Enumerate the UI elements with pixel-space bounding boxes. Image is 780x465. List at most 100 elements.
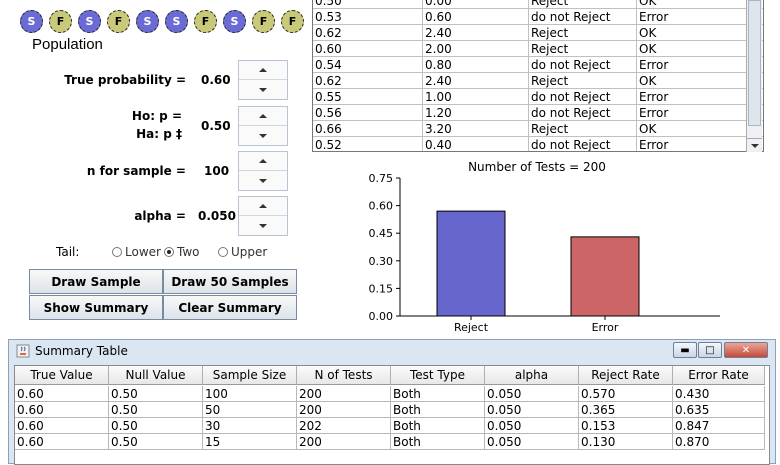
increment-button[interactable] bbox=[239, 197, 287, 216]
scroll-down-button[interactable] bbox=[747, 138, 762, 152]
tail-lower-radio[interactable]: Lower bbox=[112, 245, 161, 259]
clear-summary-button[interactable]: Clear Summary bbox=[163, 295, 297, 320]
table-row[interactable]: 0.60 2.00 Reject OK bbox=[313, 41, 763, 57]
increment-button[interactable] bbox=[239, 152, 287, 171]
table-row[interactable]: 0.62 2.40 Reject OK bbox=[313, 73, 763, 89]
column-header[interactable]: Error Rate bbox=[673, 366, 765, 385]
summary-window-titlebar[interactable]: Summary Table ▬ □ ✕ bbox=[9, 340, 775, 362]
table-cell[interactable]: 0.60 bbox=[15, 418, 109, 434]
chart-title: Number of Tests = 200 bbox=[468, 160, 606, 174]
decrement-button[interactable] bbox=[239, 171, 287, 190]
table-cell: Error bbox=[637, 105, 747, 121]
table-cell[interactable]: 0.570 bbox=[579, 386, 673, 402]
alpha-stepper[interactable] bbox=[238, 196, 288, 236]
table-cell: 0.53 bbox=[313, 9, 423, 25]
sample-size-value: 100 bbox=[204, 164, 230, 178]
scrollbar-thumb[interactable] bbox=[748, 0, 761, 126]
decrement-button[interactable] bbox=[239, 80, 287, 99]
restore-button[interactable]: □ bbox=[698, 342, 722, 358]
null-hypothesis-label: Ho: p = bbox=[131, 109, 182, 123]
table-row[interactable]: 0.50 0.00 Reject OK bbox=[313, 0, 763, 9]
restore-icon: □ bbox=[705, 344, 715, 356]
tail-two-radio[interactable]: Two bbox=[164, 245, 200, 259]
table-cell[interactable]: 50 bbox=[203, 402, 297, 418]
table-row[interactable]: 0.52 0.40 do not Reject Error bbox=[313, 137, 763, 151]
decrement-button[interactable] bbox=[239, 216, 287, 235]
table-cell[interactable]: 202 bbox=[297, 418, 391, 434]
table-row[interactable]: 0.55 1.00 do not Reject Error bbox=[313, 89, 763, 105]
table-cell[interactable]: 0.847 bbox=[673, 418, 765, 434]
table-row[interactable]: 0.56 1.20 do not Reject Error bbox=[313, 105, 763, 121]
table-cell: 0.66 bbox=[313, 121, 423, 137]
sample-size-stepper[interactable] bbox=[238, 151, 288, 191]
table-cell: Reject bbox=[529, 0, 637, 9]
table-cell[interactable]: 0.50 bbox=[109, 418, 203, 434]
table-cell[interactable]: 100 bbox=[203, 386, 297, 402]
table-row[interactable]: 0.53 0.60 do not Reject Error bbox=[313, 9, 763, 25]
table-row[interactable]: 0.62 2.40 Reject OK bbox=[313, 25, 763, 41]
table-cell[interactable]: 0.050 bbox=[485, 386, 579, 402]
table-cell[interactable]: 0.430 bbox=[673, 386, 765, 402]
summary-window[interactable]: Summary Table ▬ □ ✕ True Value Null Value… bbox=[8, 339, 776, 465]
null-value-stepper[interactable] bbox=[238, 106, 288, 146]
table-cell[interactable]: 0.50 bbox=[109, 386, 203, 402]
table-cell: Error bbox=[637, 137, 747, 151]
table-cell: 1.20 bbox=[423, 105, 529, 121]
table-cell: Reject bbox=[529, 121, 637, 137]
table-row[interactable]: 0.66 3.20 Reject OK bbox=[313, 121, 763, 137]
table-cell[interactable]: 0.130 bbox=[579, 434, 673, 450]
increment-button[interactable] bbox=[239, 107, 287, 126]
population-ball: F bbox=[281, 10, 304, 33]
table-cell[interactable]: 0.60 bbox=[15, 386, 109, 402]
table-cell[interactable]: 0.050 bbox=[485, 402, 579, 418]
table-cell: 1.00 bbox=[423, 89, 529, 105]
table-cell[interactable]: 200 bbox=[297, 402, 391, 418]
table-cell[interactable]: Both bbox=[391, 402, 485, 418]
table-cell[interactable]: Both bbox=[391, 386, 485, 402]
column-header[interactable]: alpha bbox=[485, 366, 579, 385]
sample-size-label: n for sample = bbox=[86, 164, 186, 178]
minimize-button[interactable]: ▬ bbox=[673, 342, 697, 358]
column-header[interactable]: Null Value bbox=[109, 366, 203, 385]
increment-button[interactable] bbox=[239, 61, 287, 80]
table-cell[interactable]: Both bbox=[391, 434, 485, 450]
table-cell[interactable]: 15 bbox=[203, 434, 297, 450]
summary-table[interactable]: True Value Null Value Sample Size N of Test… bbox=[14, 365, 770, 465]
table-cell[interactable]: 0.635 bbox=[673, 402, 765, 418]
true-probability-stepper[interactable] bbox=[238, 60, 288, 100]
table-cell[interactable]: 0.153 bbox=[579, 418, 673, 434]
arrow-up-icon bbox=[259, 68, 267, 72]
results-scrollbar[interactable] bbox=[746, 0, 762, 152]
draw-50-samples-button[interactable]: Draw 50 Samples bbox=[163, 269, 297, 294]
table-cell[interactable]: 200 bbox=[297, 434, 391, 450]
results-table[interactable]: 0.50 0.00 Reject OK 0.53 0.60 do not Reject Err… bbox=[312, 0, 764, 152]
column-header[interactable]: N of Tests bbox=[297, 366, 391, 385]
table-cell: 0.54 bbox=[313, 57, 423, 73]
table-cell: do not Reject bbox=[529, 137, 637, 151]
decrement-button[interactable] bbox=[239, 126, 287, 145]
table-cell[interactable]: 0.60 bbox=[15, 402, 109, 418]
draw-sample-button[interactable]: Draw Sample bbox=[29, 269, 163, 294]
column-header[interactable]: Reject Rate bbox=[579, 366, 673, 385]
table-cell[interactable]: 0.050 bbox=[485, 434, 579, 450]
table-cell[interactable]: 0.365 bbox=[579, 402, 673, 418]
table-cell: Error bbox=[637, 9, 747, 25]
show-summary-button[interactable]: Show Summary bbox=[29, 295, 163, 320]
radio-icon bbox=[112, 247, 122, 257]
table-cell[interactable]: 200 bbox=[297, 386, 391, 402]
column-header[interactable]: Sample Size bbox=[203, 366, 297, 385]
table-row[interactable]: 0.54 0.80 do not Reject Error bbox=[313, 57, 763, 73]
table-cell: 0.56 bbox=[313, 105, 423, 121]
close-button[interactable]: ✕ bbox=[724, 342, 768, 358]
table-cell[interactable]: 0.870 bbox=[673, 434, 765, 450]
population-ball: F bbox=[252, 10, 275, 33]
table-cell[interactable]: Both bbox=[391, 418, 485, 434]
table-cell[interactable]: 0.50 bbox=[109, 434, 203, 450]
column-header[interactable]: Test Type bbox=[391, 366, 485, 385]
table-cell[interactable]: 0.050 bbox=[485, 418, 579, 434]
table-cell[interactable]: 30 bbox=[203, 418, 297, 434]
tail-upper-radio[interactable]: Upper bbox=[218, 245, 267, 259]
column-header[interactable]: True Value bbox=[15, 366, 109, 385]
table-cell[interactable]: 0.60 bbox=[15, 434, 109, 450]
table-cell[interactable]: 0.50 bbox=[109, 402, 203, 418]
